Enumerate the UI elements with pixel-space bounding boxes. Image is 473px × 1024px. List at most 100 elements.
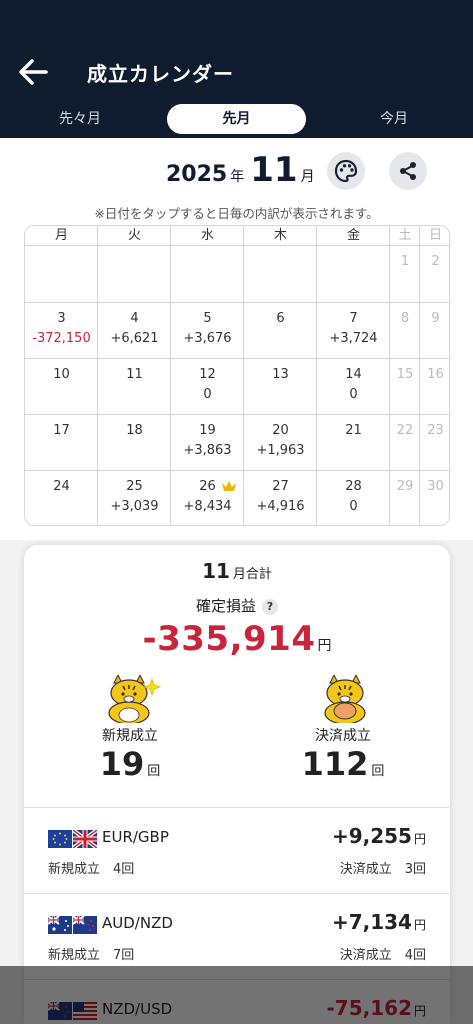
day-number: 20 (272, 423, 289, 438)
day-number: 5 (203, 311, 212, 326)
day-number: 25 (126, 479, 143, 494)
new-trades-unit: 回 (147, 764, 161, 779)
calendar-day[interactable]: 22 (390, 415, 420, 471)
day-pnl: 0 (203, 387, 212, 402)
calendar-day[interactable]: 11 (98, 359, 171, 415)
palette-icon (334, 159, 358, 183)
calendar-day[interactable]: 7 +3,724 (317, 303, 390, 359)
day-number: 14 (345, 367, 362, 382)
calendar-day (317, 246, 390, 302)
pnl-total-unit: 円 (317, 638, 332, 654)
calendar-day[interactable]: 3 -372,150 (25, 303, 98, 359)
day-pnl: +3,676 (183, 331, 232, 346)
tab-this-month[interactable]: 今月 (344, 104, 444, 134)
help-icon[interactable]: ? (262, 598, 278, 615)
calendar-day[interactable]: 29 (390, 471, 420, 525)
day-pnl: +3,863 (183, 443, 232, 458)
day-pnl: 0 (349, 499, 358, 514)
calendar-day[interactable]: 8 (390, 303, 420, 359)
calendar-day[interactable]: 18 (98, 415, 171, 471)
calendar-day[interactable]: 28 0 (317, 471, 390, 525)
calendar-day[interactable]: 10 (25, 359, 98, 415)
day-pnl: -372,150 (32, 331, 91, 346)
calendar-day[interactable]: 21 (317, 415, 390, 471)
calendar-day[interactable]: 27 +4,916 (244, 471, 317, 525)
day-number: 11 (126, 367, 143, 382)
day-number: 19 (199, 423, 216, 438)
summary-month: 11 (202, 559, 230, 583)
day-number: 6 (276, 311, 285, 326)
day-number: 29 (396, 479, 414, 494)
weekday-label: 月 (54, 228, 68, 243)
day-number: 10 (53, 367, 70, 382)
share-button[interactable] (389, 152, 427, 190)
pnl-label-text: 確定損益 (195, 597, 256, 615)
tab-last-month[interactable]: 先月 (167, 104, 306, 134)
tiger-mascot-icon (324, 675, 366, 723)
day-number: 8 (400, 311, 410, 326)
day-number: 21 (345, 423, 362, 438)
calendar-day[interactable]: 12 0 (171, 359, 244, 415)
calendar-day[interactable]: 9 (420, 303, 449, 359)
calendar-day[interactable]: 24 (25, 471, 98, 525)
bottom-overlay (0, 966, 473, 1024)
pair-name: EUR/GBP (102, 828, 169, 846)
day-number: 1 (400, 254, 410, 269)
year-value: 2025 (166, 162, 228, 187)
settled-trades-count: 112 回 (268, 745, 418, 783)
new-trades-label: 新規成立 (102, 728, 158, 744)
calendar-day[interactable]: 1 (390, 246, 420, 302)
calendar-day[interactable]: 16 (420, 359, 449, 415)
pair-pnl: +9,255 円 (332, 824, 426, 848)
month-tabs: 先々月 先月 今月 (0, 104, 473, 134)
settled-trades-label: 決済成立 (315, 728, 371, 744)
pair-flags (48, 916, 98, 934)
flag-nz-icon (73, 916, 97, 934)
calendar-day (98, 246, 171, 302)
day-pnl: 0 (349, 387, 358, 402)
calendar-day[interactable]: 13 (244, 359, 317, 415)
calendar-day[interactable]: 20 +1,963 (244, 415, 317, 471)
calendar-day (171, 246, 244, 302)
day-number: 12 (199, 367, 216, 382)
new-trades-value: 19 (99, 745, 145, 783)
pair-pnl: +7,134 円 (332, 910, 426, 934)
calendar-day[interactable]: 14 0 (317, 359, 390, 415)
weekday-label: 金 (346, 228, 360, 243)
palette-button[interactable] (327, 152, 365, 190)
calendar-day[interactable]: 5 +3,676 (171, 303, 244, 359)
day-number: 9 (431, 311, 440, 326)
calendar-day[interactable]: 26 +8,434 (171, 471, 244, 525)
day-number (171, 254, 244, 272)
calendar-day[interactable]: 23 (420, 415, 449, 471)
month-unit: 月 (300, 169, 315, 185)
day-number: 16 (427, 367, 444, 382)
settled-trades-value: 112 (301, 745, 369, 783)
day-pnl: +1,963 (256, 443, 305, 458)
calendar-day[interactable]: 2 (420, 246, 449, 302)
calendar-day[interactable]: 30 (420, 471, 449, 525)
pair-settle-count: 決済成立 3回 (339, 862, 426, 877)
pnl-total-value: -335,914 (142, 619, 316, 659)
day-pnl: +3,039 (110, 499, 159, 514)
calendar-day[interactable]: 25 +3,039 (98, 471, 171, 525)
settled-trades-unit: 回 (371, 764, 385, 779)
calendar-note: ※日付をタップすると日毎の内訳が表示されます。 (94, 206, 379, 221)
calendar-day[interactable]: 17 (25, 415, 98, 471)
flag-au-icon (48, 916, 72, 934)
calendar-day (25, 246, 98, 302)
day-number: 17 (53, 423, 70, 438)
back-arrow-icon[interactable] (16, 56, 50, 88)
calendar-day[interactable]: 15 (390, 359, 420, 415)
share-icon (400, 162, 416, 180)
currency-pair-row[interactable]: EUR/GBP +9,255 円新規成立 4回 決済成立 3回 (24, 807, 450, 893)
day-number: 2 (431, 254, 440, 269)
pnl-total: -335,914 円 (24, 619, 450, 659)
tab-two-months-ago[interactable]: 先々月 (30, 104, 130, 134)
flag-eu-icon (48, 830, 72, 848)
calendar-day[interactable]: 6 (244, 303, 317, 359)
weekday-label: 水 (200, 228, 214, 243)
day-pnl: +4,916 (256, 499, 305, 514)
calendar-day[interactable]: 4 +6,621 (98, 303, 171, 359)
calendar-day[interactable]: 19 +3,863 (171, 415, 244, 471)
